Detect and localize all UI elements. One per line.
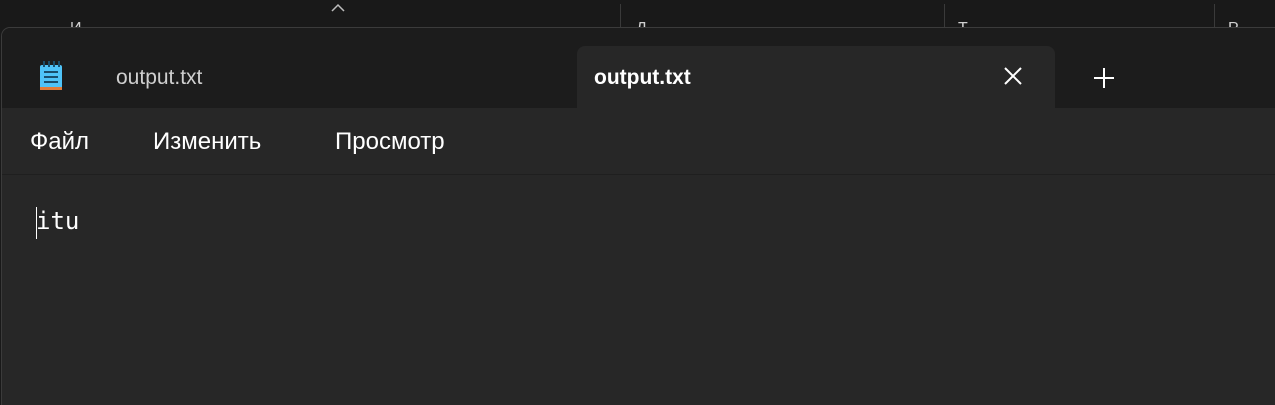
- menu-edit[interactable]: Изменить: [153, 128, 261, 156]
- tab-active[interactable]: output.txt: [577, 46, 1055, 108]
- text-caret: [36, 207, 37, 239]
- menu-bar: Файл Изменить Просмотр: [2, 108, 1275, 174]
- plus-icon[interactable]: [1090, 64, 1118, 92]
- column-divider[interactable]: [620, 4, 621, 30]
- tab-inactive[interactable]: output.txt: [116, 66, 202, 90]
- menu-view[interactable]: Просмотр: [335, 128, 445, 156]
- menu-file[interactable]: Файл: [30, 128, 89, 156]
- column-divider[interactable]: [1214, 4, 1215, 30]
- editor-content[interactable]: itu: [36, 207, 79, 235]
- title-bar: output.txt output.txt: [2, 28, 1275, 108]
- column-divider[interactable]: [944, 4, 945, 30]
- notepad-icon: [40, 61, 62, 90]
- notepad-window: output.txt output.txt Файл Изменить Прос…: [2, 28, 1275, 405]
- sort-caret-icon[interactable]: [331, 2, 345, 12]
- background-explorer-header: И Д Т Р: [0, 0, 1275, 37]
- close-icon[interactable]: [1001, 64, 1025, 88]
- tab-active-label: output.txt: [594, 66, 691, 89]
- text-editor[interactable]: itu: [2, 174, 1275, 405]
